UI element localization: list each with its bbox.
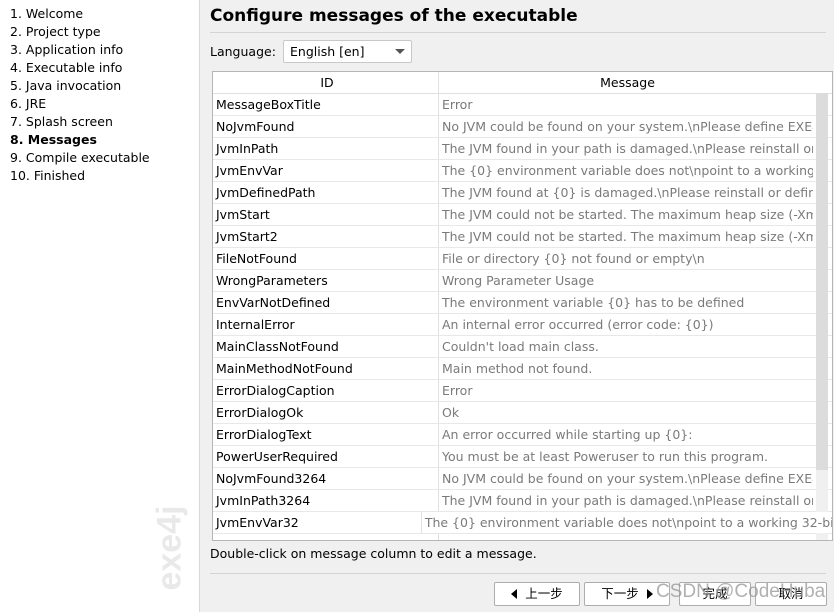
message-cell[interactable]: The JVM could not be started. The maximu… <box>439 204 813 225</box>
language-label: Language: <box>210 44 276 59</box>
table-row[interactable]: MainMethodNotFound Main method not found. <box>213 358 832 380</box>
table-row[interactable]: ErrorDialogOk Ok <box>213 402 832 424</box>
id-cell: JvmEnvVar32 <box>213 512 422 533</box>
id-cell: MessageBoxTitle <box>213 94 439 115</box>
sidebar-item-step-4: 4. Executable info <box>10 60 123 75</box>
id-cell: JvmEnvVar <box>213 160 439 181</box>
id-cell <box>213 534 439 540</box>
table-row[interactable]: WrongParameters Wrong Parameter Usage <box>213 270 832 292</box>
id-cell: JvmDefinedPath <box>213 182 439 203</box>
message-cell[interactable]: The environment variable {0} has to be d… <box>439 292 813 313</box>
vertical-scrollbar[interactable] <box>816 93 828 540</box>
finish-button[interactable]: 完成 <box>679 582 751 606</box>
messages-table: ID Message MessageBoxTitle Error NoJvmFoun… <box>212 71 833 541</box>
message-cell[interactable]: The JVM could not be started. The maximu… <box>439 226 813 247</box>
table-row[interactable]: JvmDefinedPath The JVM found at {0} is da… <box>213 182 832 204</box>
sidebar-item-step-2: 2. Project type <box>10 24 101 39</box>
id-cell: PowerUserRequired <box>213 446 439 467</box>
table-row[interactable]: MessageBoxTitle Error <box>213 94 832 116</box>
id-cell: NoJvmFound3264 <box>213 468 439 489</box>
next-label: 下一步 <box>601 586 639 601</box>
column-header-id[interactable]: ID <box>213 72 439 93</box>
message-cell[interactable]: Couldn't load main class. <box>439 336 813 357</box>
table-header: ID Message <box>213 72 832 94</box>
id-cell: JvmStart2 <box>213 226 439 247</box>
id-cell: FileNotFound <box>213 248 439 269</box>
scrollbar-thumb[interactable] <box>816 93 828 470</box>
table-row[interactable]: JvmEnvVar32 The {0} environment variable … <box>213 512 832 534</box>
table-row[interactable]: JvmEnvVar The {0} environment variable do… <box>213 160 832 182</box>
chevron-down-icon <box>395 49 405 54</box>
message-cell[interactable]: Error <box>439 94 813 115</box>
id-cell: JvmInPath3264 <box>213 490 439 511</box>
finish-label: 完成 <box>702 586 728 601</box>
message-cell[interactable]: The {0} environment variable does not\np… <box>439 160 813 181</box>
id-cell: MainMethodNotFound <box>213 358 439 379</box>
exe4j-logo: exe4j <box>150 505 189 591</box>
table-row[interactable] <box>213 534 832 540</box>
message-cell[interactable]: The JVM found at {0} is damaged.\nPlease… <box>439 182 813 203</box>
hint-text: Double-click on message column to edit a… <box>210 546 537 561</box>
message-cell[interactable]: An internal error occurred (error code: … <box>439 314 813 335</box>
id-cell: NoJvmFound <box>213 116 439 137</box>
triangle-right-icon <box>646 589 653 599</box>
message-cell[interactable]: No JVM could be found on your system.\nP… <box>439 468 813 489</box>
page-title: Configure messages of the executable <box>210 6 578 26</box>
id-cell: MainClassNotFound <box>213 336 439 357</box>
id-cell: ErrorDialogText <box>213 424 439 445</box>
id-cell: InternalError <box>213 314 439 335</box>
id-cell: ErrorDialogOk <box>213 402 439 423</box>
table-row[interactable]: FileNotFound File or directory {0} not fo… <box>213 248 832 270</box>
id-cell: WrongParameters <box>213 270 439 291</box>
cancel-button[interactable]: 取消 <box>755 582 827 606</box>
message-cell[interactable]: Ok <box>439 402 813 423</box>
sidebar-item-step-1: 1. Welcome <box>10 6 84 21</box>
column-header-message[interactable]: Message <box>439 72 813 93</box>
back-label: 上一步 <box>525 586 563 601</box>
message-cell[interactable]: Wrong Parameter Usage <box>439 270 813 291</box>
sidebar-item-step-5: 5. Java invocation <box>10 78 122 93</box>
divider <box>210 573 826 574</box>
sidebar-item-step-3: 3. Application info <box>10 42 124 57</box>
table-row[interactable]: JvmInPath The JVM found in your path is d… <box>213 138 832 160</box>
sidebar-item-step-8: 8. Messages <box>10 132 97 147</box>
message-cell[interactable]: File or directory {0} not found or empty… <box>439 248 813 269</box>
table-row[interactable]: JvmInPath3264 The JVM found in your path … <box>213 490 832 512</box>
id-cell: ErrorDialogCaption <box>213 380 439 401</box>
message-cell[interactable]: No JVM could be found on your system.\nP… <box>439 116 813 137</box>
language-select[interactable]: English [en] <box>283 40 412 63</box>
table-row[interactable]: EnvVarNotDefined The environment variable… <box>213 292 832 314</box>
table-row[interactable]: JvmStart The JVM could not be started. Th… <box>213 204 832 226</box>
message-cell[interactable] <box>439 534 813 540</box>
table-row[interactable]: InternalError An internal error occurred … <box>213 314 832 336</box>
language-select-value: English [en] <box>290 44 365 59</box>
message-cell[interactable]: The JVM found in your path is damaged.\n… <box>439 490 813 511</box>
message-cell[interactable]: You must be at least Poweruser to run th… <box>439 446 813 467</box>
table-row[interactable]: NoJvmFound No JVM could be found on your … <box>213 116 832 138</box>
message-cell[interactable]: The {0} environment variable does not\np… <box>421 512 832 533</box>
sidebar-item-step-7: 7. Splash screen <box>10 114 113 129</box>
table-row[interactable]: NoJvmFound3264 No JVM could be found on y… <box>213 468 832 490</box>
triangle-left-icon <box>511 589 518 599</box>
message-cell[interactable]: An error occurred while starting up {0}: <box>439 424 813 445</box>
back-button[interactable]: 上一步 <box>494 582 580 606</box>
divider <box>210 32 826 33</box>
message-cell[interactable]: The JVM found in your path is damaged.\n… <box>439 138 813 159</box>
table-row[interactable]: ErrorDialogText An error occurred while s… <box>213 424 832 446</box>
next-button[interactable]: 下一步 <box>584 582 670 606</box>
sidebar-item-step-10: 10. Finished <box>10 168 86 183</box>
sidebar-item-step-6: 6. JRE <box>10 96 47 111</box>
id-cell: JvmStart <box>213 204 439 225</box>
message-cell[interactable]: Error <box>439 380 813 401</box>
table-row[interactable]: PowerUserRequired You must be at least Po… <box>213 446 832 468</box>
cancel-label: 取消 <box>778 586 804 601</box>
sidebar-item-step-9: 9. Compile executable <box>10 150 150 165</box>
table-row[interactable]: ErrorDialogCaption Error <box>213 380 832 402</box>
table-row[interactable]: MainClassNotFound Couldn't load main clas… <box>213 336 832 358</box>
id-cell: JvmInPath <box>213 138 439 159</box>
id-cell: EnvVarNotDefined <box>213 292 439 313</box>
message-cell[interactable]: Main method not found. <box>439 358 813 379</box>
wizard-steps-sidebar: 1. Welcome 2. Project type 3. Application … <box>0 0 200 612</box>
table-row[interactable]: JvmStart2 The JVM could not be started. T… <box>213 226 832 248</box>
